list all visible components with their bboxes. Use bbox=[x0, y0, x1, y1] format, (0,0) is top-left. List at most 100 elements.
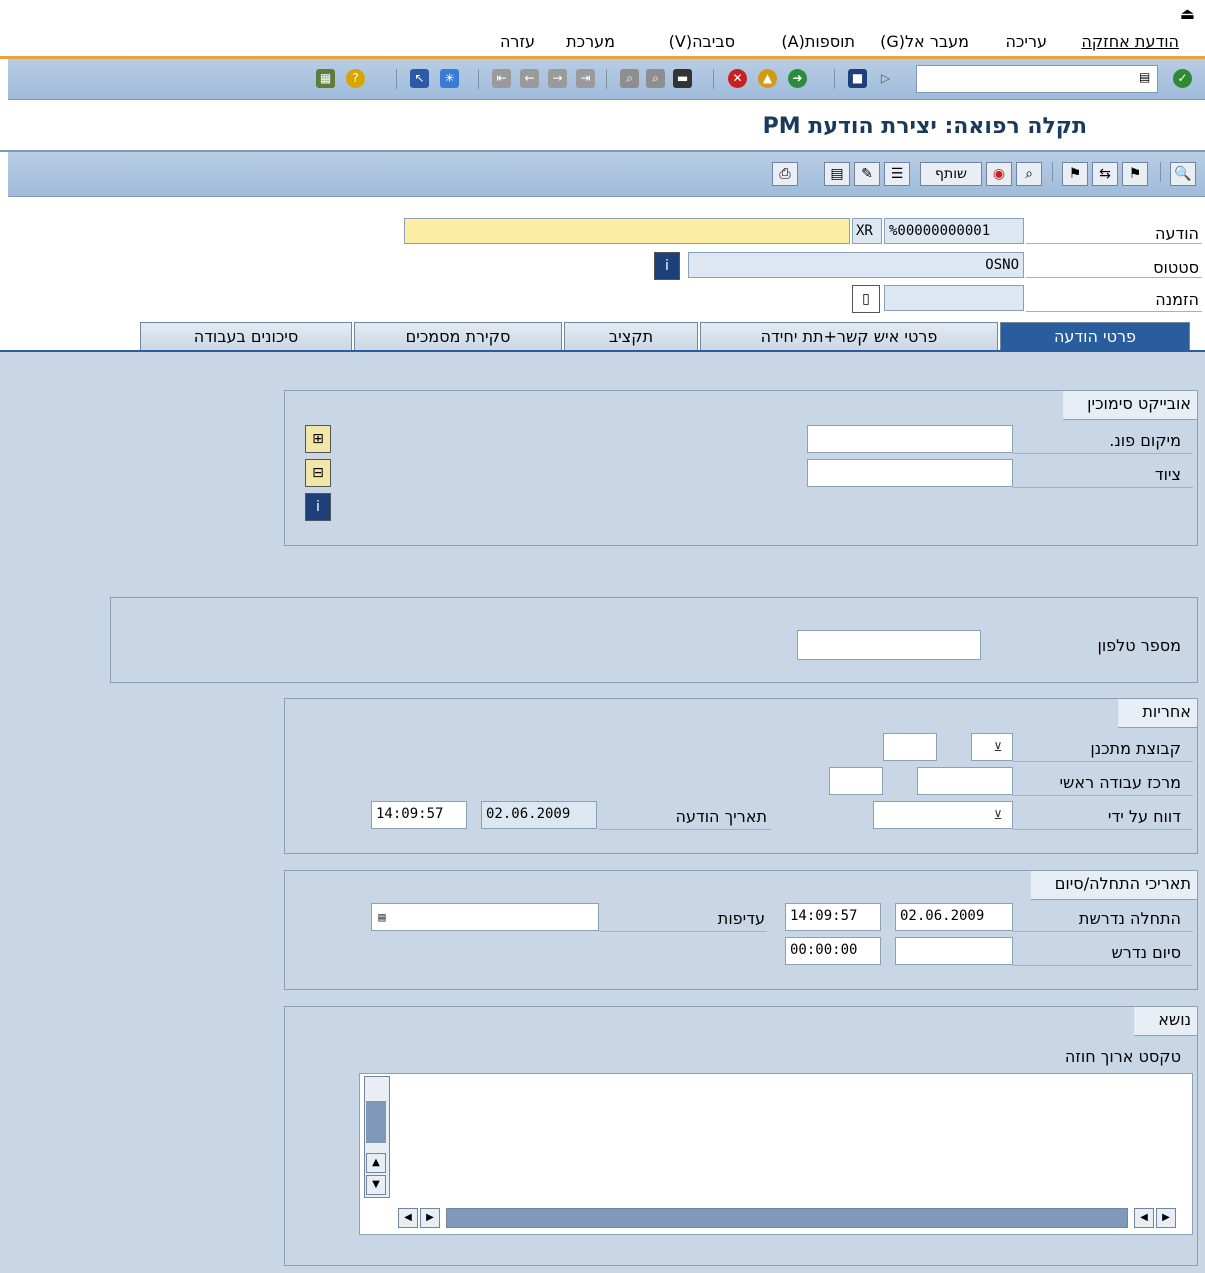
find-icon[interactable]: ⌕ bbox=[620, 69, 639, 88]
list-icon[interactable]: ☰ bbox=[884, 162, 910, 186]
menu-help[interactable]: עזרה bbox=[500, 32, 535, 51]
planner-group-input[interactable]: ⊻ bbox=[971, 733, 1013, 761]
command-history-icon[interactable]: ▤ bbox=[1139, 70, 1150, 84]
tab-label: פרטי איש קשר+תת יחידה bbox=[760, 327, 938, 346]
cancel-icon[interactable]: ✕ bbox=[728, 69, 747, 88]
dropdown-icon[interactable]: ⊻ bbox=[990, 807, 1006, 823]
status-label: סטטוס bbox=[1153, 258, 1199, 277]
previous-object-icon[interactable]: ⚑ bbox=[1062, 162, 1088, 186]
phone-group: מספר טלפון bbox=[110, 597, 1198, 683]
scroll-left-end-button[interactable]: ◀ bbox=[1134, 1208, 1154, 1228]
tab-budget[interactable]: תקציב bbox=[564, 322, 698, 352]
print-icon[interactable]: ▬ bbox=[673, 69, 692, 88]
object-info-icon[interactable]: i bbox=[305, 493, 331, 521]
priority-search-help-icon[interactable]: ▤ bbox=[374, 909, 390, 925]
exit-icon[interactable]: ⏏ bbox=[1180, 4, 1195, 23]
dropdown-icon[interactable]: ⊻ bbox=[990, 739, 1006, 755]
horizontal-scrollbar[interactable]: ◀ ▶ ◀ ▶ bbox=[396, 1206, 1188, 1230]
menu-extras[interactable]: תוספות(A) bbox=[781, 32, 855, 51]
status-info-icon[interactable]: i bbox=[654, 252, 680, 280]
save-icon[interactable]: ■ bbox=[848, 69, 867, 88]
menu-environment[interactable]: סביבה(V) bbox=[669, 32, 735, 51]
priority-input[interactable]: ▤ bbox=[371, 903, 599, 931]
functional-location-input[interactable] bbox=[807, 425, 1013, 453]
tab-label: סיכונים בעבודה bbox=[193, 327, 299, 346]
menu-bar: ⏏ הודעת אחזקה עריכה מעבר אל(G) תוספות(A)… bbox=[0, 0, 1205, 59]
print-preview-icon[interactable]: ⎙ bbox=[772, 162, 798, 186]
status-field: OSNO bbox=[688, 252, 1024, 278]
scrollbar-thumb[interactable] bbox=[366, 1101, 386, 1143]
page-title: תקלה רפואה: יצירת הודעת PM bbox=[762, 114, 1087, 139]
next-page-icon[interactable]: → bbox=[548, 69, 567, 88]
notes-icon[interactable]: ✎ bbox=[854, 162, 880, 186]
planner-group-code-input[interactable] bbox=[883, 733, 937, 761]
next-object-icon[interactable]: ⚑ bbox=[1122, 162, 1148, 186]
menu-edit[interactable]: עריכה bbox=[1005, 32, 1047, 51]
scroll-up-button[interactable]: ▲ bbox=[366, 1153, 386, 1173]
required-start-date-input[interactable]: 02.06.2009 bbox=[895, 903, 1013, 931]
tab-work-risks[interactable]: סיכונים בעבודה bbox=[140, 322, 352, 352]
expand-icon[interactable]: ▷ bbox=[876, 69, 895, 88]
required-end-date-input[interactable] bbox=[895, 937, 1013, 965]
help-icon[interactable]: ? bbox=[346, 69, 365, 88]
application-toolbar: 🔍 ⚑ ⇆ ⚑ ⌕ ◉ שותף ☰ ✎ ▤ ⎙ bbox=[8, 152, 1205, 197]
standard-toolbar: ✓ ▤ ▷ ■ ➜ ▲ ✕ ▬ ⌕ ⌕ ⇥ → ← ⇤ ✳ ↖ ? ▦ bbox=[8, 59, 1205, 100]
responsibility-title: אחריות bbox=[1118, 698, 1198, 728]
menu-goto[interactable]: מעבר אל(G) bbox=[880, 32, 969, 51]
tab-notification-details[interactable]: פרטי הודעה bbox=[1000, 322, 1190, 352]
first-page-icon[interactable]: ⇤ bbox=[492, 69, 511, 88]
reported-by-input[interactable]: ⊻ bbox=[873, 801, 1013, 829]
order-create-icon[interactable]: ▯ bbox=[852, 285, 880, 313]
tab-content: אובייקט סימוכין מיקום פונ. ציוד ⊞ ⊟ i מס… bbox=[0, 350, 1205, 1273]
horizontal-scrollbar-thumb[interactable] bbox=[446, 1208, 1128, 1228]
last-page-icon[interactable]: ⇥ bbox=[576, 69, 595, 88]
other-object-icon[interactable]: ⇆ bbox=[1092, 162, 1118, 186]
scroll-left-button[interactable]: ◀ bbox=[398, 1208, 418, 1228]
tab-label: תקציב bbox=[608, 327, 654, 346]
create-session-icon[interactable]: ✳ bbox=[440, 69, 459, 88]
binoculars-icon[interactable]: ⌕ bbox=[1016, 162, 1042, 186]
functional-location-label: מיקום פונ. bbox=[1109, 431, 1181, 450]
priority-label: עדיפות bbox=[717, 909, 765, 928]
previous-page-icon[interactable]: ← bbox=[520, 69, 539, 88]
tab-label: סקירת מסמכים bbox=[405, 327, 511, 346]
notification-description-input[interactable] bbox=[404, 218, 850, 244]
structure-list-icon[interactable]: ⊟ bbox=[305, 459, 331, 487]
display-object-button[interactable]: 🔍 bbox=[1170, 162, 1196, 186]
menu-maintenance-notification[interactable]: הודעת אחזקה bbox=[1081, 32, 1179, 51]
required-end-time-input[interactable]: 00:00:00 bbox=[785, 937, 881, 965]
partner-label: שותף bbox=[935, 166, 967, 182]
shortcut-icon[interactable]: ↖ bbox=[410, 69, 429, 88]
main-workcenter-label: מרכז עבודה ראשי bbox=[1059, 773, 1181, 792]
back-icon[interactable]: ➜ bbox=[788, 69, 807, 88]
structure-hierarchy-icon[interactable]: ⊞ bbox=[305, 425, 331, 453]
command-field[interactable]: ▤ bbox=[916, 65, 1158, 93]
partner-button[interactable]: שותף bbox=[920, 162, 982, 186]
notification-time-field[interactable]: 14:09:57 bbox=[371, 801, 467, 829]
equipment-input[interactable] bbox=[807, 459, 1013, 487]
required-end-label: סיום נדרש bbox=[1111, 943, 1181, 962]
target-icon[interactable]: ◉ bbox=[986, 162, 1012, 186]
scroll-right-end-button[interactable]: ▶ bbox=[1156, 1208, 1176, 1228]
exit-up-icon[interactable]: ▲ bbox=[758, 69, 777, 88]
equipment-label: ציוד bbox=[1154, 465, 1181, 484]
required-start-time-input[interactable]: 14:09:57 bbox=[785, 903, 881, 931]
reference-object-title: אובייקט סימוכין bbox=[1063, 390, 1198, 420]
find-next-icon[interactable]: ⌕ bbox=[646, 69, 665, 88]
menu-system[interactable]: מערכת bbox=[566, 32, 615, 51]
vertical-scrollbar[interactable]: ▲ ▼ bbox=[364, 1076, 390, 1198]
layout-menu-icon[interactable]: ▦ bbox=[316, 69, 335, 88]
scroll-down-button[interactable]: ▼ bbox=[366, 1175, 386, 1195]
main-workcenter-plant-input[interactable] bbox=[829, 767, 883, 795]
tab-document-review[interactable]: סקירת מסמכים bbox=[354, 322, 562, 352]
tab-contact-subunit[interactable]: פרטי איש קשר+תת יחידה bbox=[700, 322, 998, 352]
enter-icon[interactable]: ✓ bbox=[1173, 69, 1192, 88]
documents-icon[interactable]: ▤ bbox=[824, 162, 850, 186]
long-text-editor: ▲ ▼ ◀ ▶ ◀ ▶ bbox=[359, 1073, 1193, 1235]
phone-input[interactable] bbox=[797, 630, 981, 660]
tab-label: פרטי הודעה bbox=[1053, 327, 1137, 346]
notification-date-label: תאריך הודעה bbox=[675, 807, 767, 826]
long-text-area[interactable] bbox=[396, 1076, 1188, 1200]
scroll-right-button[interactable]: ▶ bbox=[420, 1208, 440, 1228]
main-workcenter-input[interactable] bbox=[917, 767, 1013, 795]
